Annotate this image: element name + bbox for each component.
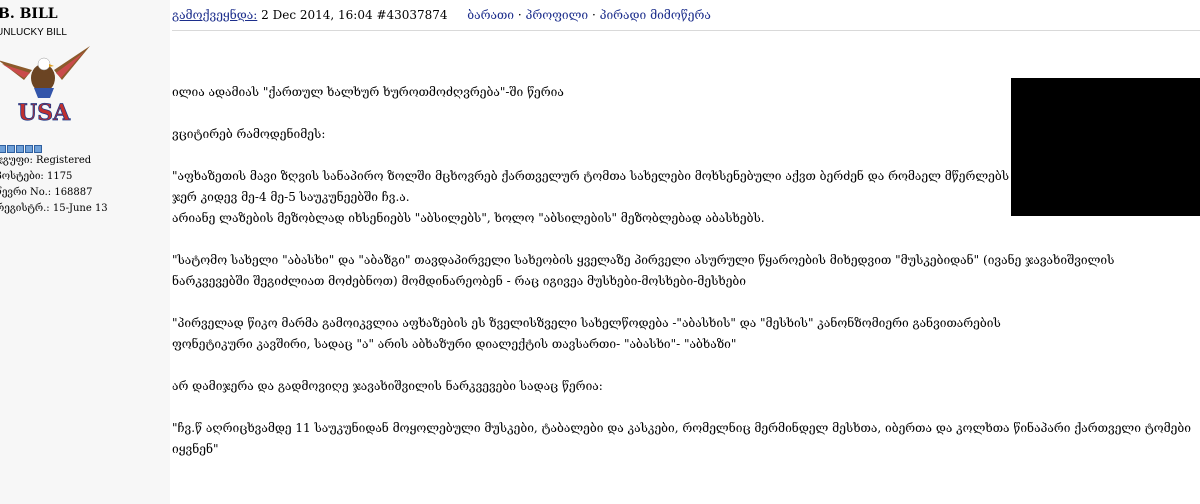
separator: · xyxy=(517,8,522,22)
text-line: არ დამიჯერა და გადმოვიღე ჯავახიშვილის ნა… xyxy=(172,379,603,393)
paragraph: "პირველად წიკო მარმა გამოიკვლია აფხაზები… xyxy=(172,313,1200,355)
text-line: "სატომო სახელი "აბასხი" და "აბაზგი" თავდ… xyxy=(172,253,1115,267)
author-title: UNLUCKY BILL xyxy=(0,27,67,38)
paragraph: არ დამიჯერა და გადმოვიღე ჯავახიშვილის ნა… xyxy=(172,376,1200,397)
text-line: იყვნენ" xyxy=(172,442,219,456)
author-name[interactable]: B. BILL xyxy=(0,6,58,22)
star-icon xyxy=(16,145,24,153)
info-group: ჯგუფი: Registered xyxy=(0,155,92,166)
info-registered: რეგისტრ.: 15-June 13 xyxy=(0,203,108,214)
star-icon xyxy=(34,145,42,153)
rank-stars xyxy=(0,145,42,153)
published-link[interactable]: გამოქვეყნდა: xyxy=(172,8,257,22)
author-sidebar: B. BILL UNLUCKY BILL USA ჯგუფი: Register… xyxy=(0,0,170,504)
avatar-text: USA xyxy=(18,100,71,124)
post-date: 2 Dec 2014, 16:04 xyxy=(261,8,373,22)
post-header: გამოქვეყნდა: 2 Dec 2014, 16:04 #43037874… xyxy=(172,0,1200,31)
text-line: ფონეტიკური კავშირი, სადაც "ა" არის აბხაზ… xyxy=(172,337,737,351)
avatar: USA xyxy=(0,46,90,124)
star-icon xyxy=(25,145,33,153)
profile-link[interactable]: პროფილი xyxy=(525,8,588,22)
separator: · xyxy=(591,8,596,22)
redaction-box xyxy=(1011,78,1200,216)
info-member-no: წევრი No.: 168887 xyxy=(0,187,93,198)
paragraph: "სატომო სახელი "აბასხი" და "აბაზგი" თავდ… xyxy=(172,250,1200,292)
post-id[interactable]: #43037874 xyxy=(376,8,447,22)
text-line: ნარკვევებში შეგიძლიათ მოძებნოთ) მომდინარ… xyxy=(172,274,746,288)
star-icon xyxy=(0,145,6,153)
info-posts: პოსტები: 1175 xyxy=(0,171,73,182)
paragraph: "ჩვ.წ აღრიცხვამდე 11 საუკუნიდან მოყოლებუ… xyxy=(172,418,1200,460)
star-icon xyxy=(7,145,15,153)
private-message-link[interactable]: პირადი მიმოწერა xyxy=(600,8,711,22)
card-link[interactable]: ბარათი xyxy=(467,8,514,22)
text-line: "პირველად წიკო მარმა გამოიკვლია აფხაზები… xyxy=(172,316,1001,330)
eagle-icon xyxy=(0,46,90,98)
text-line: "ჩვ.წ აღრიცხვამდე 11 საუკუნიდან მოყოლებუ… xyxy=(172,421,1191,435)
